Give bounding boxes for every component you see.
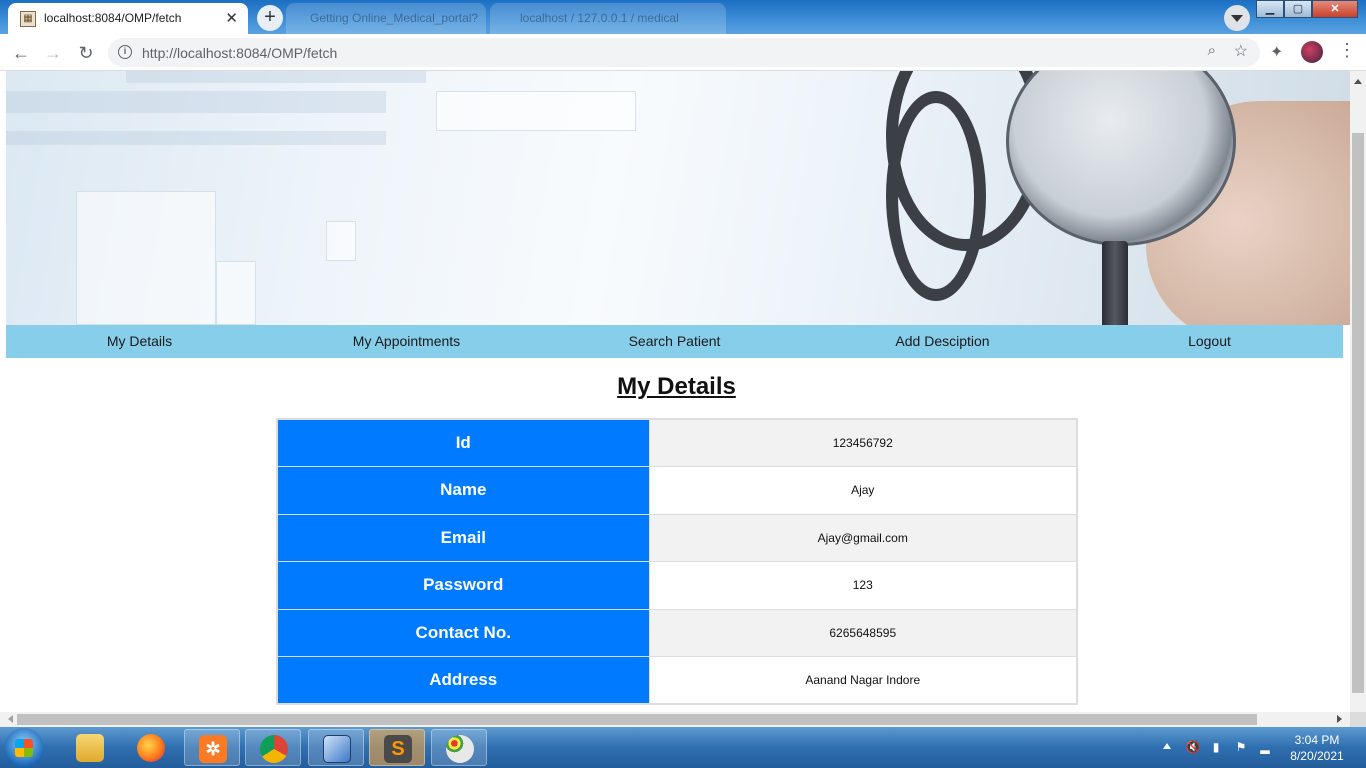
taskbar-sublime-text[interactable]: S bbox=[369, 729, 425, 766]
table-row: Id 123456792 bbox=[276, 418, 1078, 467]
tab-background-2[interactable]: localhost / 127.0.0.1 / medical bbox=[490, 3, 726, 34]
scroll-right-arrow-icon[interactable] bbox=[1337, 715, 1346, 723]
maximize-icon[interactable]: ▢ bbox=[1284, 0, 1312, 18]
windows-logo-icon bbox=[15, 739, 33, 757]
signal-strength-icon[interactable]: ▂ bbox=[1257, 739, 1273, 755]
chrome-icon bbox=[260, 735, 288, 763]
row-value-email: Ajay@gmail.com bbox=[648, 513, 1078, 562]
nav-logout[interactable]: Logout bbox=[1076, 325, 1343, 358]
start-button[interactable] bbox=[4, 728, 44, 768]
back-arrow-icon[interactable]: ← bbox=[8, 40, 34, 66]
sublime-text-icon: S bbox=[384, 735, 412, 763]
scrollbar-corner bbox=[1350, 712, 1366, 727]
xampp-icon: ✲ bbox=[199, 735, 227, 763]
volume-muted-icon[interactable]: 🔇 bbox=[1185, 739, 1201, 755]
system-clock[interactable]: 3:04 PM 8/20/2021 bbox=[1282, 732, 1352, 764]
nav-add-description[interactable]: Add Desciption bbox=[809, 325, 1076, 358]
table-row: Address Aanand Nagar Indore bbox=[276, 656, 1078, 705]
site-info-icon[interactable]: i bbox=[118, 45, 132, 59]
network-bars-icon[interactable]: ▮ bbox=[1208, 739, 1224, 755]
action-center-flag-icon[interactable]: ⚑ bbox=[1233, 739, 1249, 755]
scroll-up-arrow-icon[interactable] bbox=[1354, 75, 1362, 84]
show-hidden-icons-icon[interactable] bbox=[1163, 739, 1171, 749]
vertical-scrollbar[interactable] bbox=[1350, 71, 1366, 712]
tab-close-icon[interactable]: ✕ bbox=[225, 9, 238, 27]
nav-my-appointments[interactable]: My Appointments bbox=[273, 325, 540, 358]
row-value-id: 123456792 bbox=[648, 418, 1078, 467]
details-table: Id 123456792 Name Ajay Email Ajay@gmail.… bbox=[276, 418, 1078, 705]
tab-search-icon[interactable] bbox=[1224, 5, 1250, 31]
taskbar-firefox[interactable] bbox=[123, 729, 179, 766]
tab-title-background-1: Getting Online_Medical_portal? bbox=[310, 11, 479, 25]
address-url[interactable]: http://localhost:8084/OMP/fetch bbox=[142, 45, 337, 61]
tab-title: localhost:8084/OMP/fetch bbox=[44, 11, 182, 25]
nav-search-patient[interactable]: Search Patient bbox=[540, 325, 809, 358]
scroll-left-arrow-icon[interactable] bbox=[4, 715, 13, 723]
zoom-icon[interactable]: ⌕ bbox=[1208, 42, 1216, 59]
tab-active[interactable]: ▦ localhost:8084/OMP/fetch ✕ bbox=[8, 3, 248, 34]
row-value-address: Aanand Nagar Indore bbox=[648, 656, 1078, 705]
tab-background-1[interactable]: Getting Online_Medical_portal? bbox=[286, 3, 486, 34]
row-label-name: Name bbox=[276, 466, 650, 515]
row-label-address: Address bbox=[276, 656, 650, 705]
taskbar-virtualbox[interactable] bbox=[308, 729, 364, 766]
table-row: Password 123 bbox=[276, 561, 1078, 610]
browser-toolbar: ← → ↻ i http://localhost:8084/OMP/fetch … bbox=[0, 34, 1366, 71]
taskbar-xampp[interactable]: ✲ bbox=[184, 729, 240, 766]
profile-avatar[interactable] bbox=[1301, 41, 1323, 63]
browser-menu-icon[interactable]: ⋮ bbox=[1338, 40, 1356, 61]
paint-palette-icon bbox=[446, 735, 474, 763]
page-viewport: My Details My Appointments Search Patien… bbox=[0, 71, 1350, 712]
row-label-contact: Contact No. bbox=[276, 608, 650, 657]
clock-time: 3:04 PM bbox=[1294, 733, 1340, 747]
window-controls: ▁ ▢ ✕ bbox=[1256, 0, 1358, 18]
address-bar[interactable]: i http://localhost:8084/OMP/fetch ⌕ ☆ bbox=[108, 38, 1260, 67]
taskbar-paint[interactable] bbox=[431, 729, 487, 766]
page-favicon-icon: ▦ bbox=[20, 11, 36, 27]
row-value-contact: 6265648595 bbox=[648, 608, 1078, 657]
minimize-icon[interactable]: ▁ bbox=[1256, 0, 1284, 18]
taskbar-file-explorer[interactable] bbox=[62, 729, 118, 766]
header-banner-image bbox=[6, 71, 1350, 325]
folder-icon bbox=[76, 734, 104, 762]
bookmark-star-icon[interactable]: ☆ bbox=[1234, 41, 1248, 61]
firefox-icon bbox=[137, 734, 165, 762]
new-tab-button[interactable]: + bbox=[257, 5, 283, 31]
horizontal-scroll-thumb[interactable] bbox=[17, 714, 1257, 725]
horizontal-scrollbar[interactable] bbox=[0, 712, 1350, 727]
forward-arrow-icon[interactable]: → bbox=[40, 40, 66, 66]
page-title: My Details bbox=[617, 373, 736, 400]
tab-title-background-2: localhost / 127.0.0.1 / medical bbox=[520, 11, 679, 25]
nav-my-details[interactable]: My Details bbox=[6, 325, 273, 358]
table-row: Name Ajay bbox=[276, 466, 1078, 515]
row-label-email: Email bbox=[276, 513, 650, 562]
clock-date: 8/20/2021 bbox=[1290, 749, 1344, 763]
taskbar-chrome[interactable] bbox=[245, 729, 301, 766]
table-row: Email Ajay@gmail.com bbox=[276, 513, 1078, 562]
main-nav: My Details My Appointments Search Patien… bbox=[6, 325, 1343, 358]
extensions-puzzle-icon[interactable]: ✦ bbox=[1270, 42, 1283, 62]
windows-taskbar: ✲ S 🔇 ▮ ⚑ ▂ 3:04 PM 8/20/2021 bbox=[0, 727, 1366, 768]
table-row: Contact No. 6265648595 bbox=[276, 608, 1078, 657]
virtualbox-icon bbox=[323, 735, 351, 763]
row-value-password: 123 bbox=[648, 561, 1078, 610]
reload-icon[interactable]: ↻ bbox=[73, 40, 99, 66]
browser-titlebar: ▦ localhost:8084/OMP/fetch ✕ + Getting O… bbox=[0, 0, 1366, 34]
row-label-password: Password bbox=[276, 561, 650, 610]
close-window-icon[interactable]: ✕ bbox=[1312, 0, 1358, 18]
row-label-id: Id bbox=[276, 418, 650, 467]
vertical-scroll-thumb[interactable] bbox=[1352, 133, 1364, 693]
row-value-name: Ajay bbox=[648, 466, 1078, 515]
